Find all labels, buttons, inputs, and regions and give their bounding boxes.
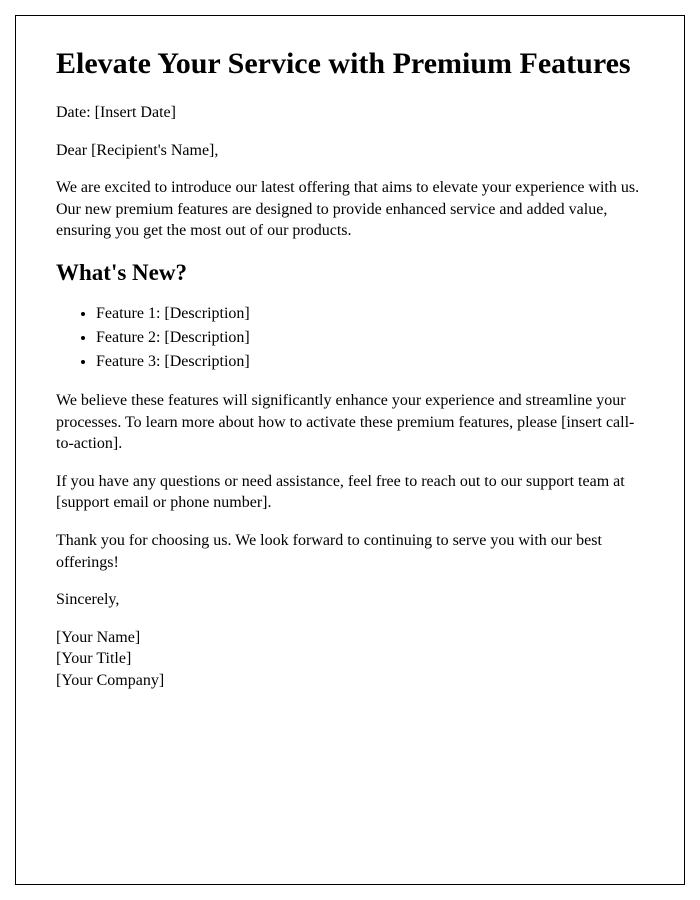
signature-name: [Your Name] <box>56 627 644 649</box>
signature-block: [Your Name] [Your Title] [Your Company] <box>56 627 644 692</box>
document-title: Elevate Your Service with Premium Featur… <box>56 46 644 82</box>
signature-title: [Your Title] <box>56 648 644 670</box>
salutation: Dear [Recipient's Name], <box>56 140 644 162</box>
list-item: Feature 1: [Description] <box>96 302 644 326</box>
intro-paragraph: We are excited to introduce our latest o… <box>56 177 644 242</box>
section-heading: What's New? <box>56 260 644 286</box>
list-item: Feature 3: [Description] <box>96 350 644 374</box>
document-page: Elevate Your Service with Premium Featur… <box>15 15 685 885</box>
signature-company: [Your Company] <box>56 670 644 692</box>
body-paragraph: If you have any questions or need assist… <box>56 471 644 514</box>
body-paragraph: Thank you for choosing us. We look forwa… <box>56 530 644 573</box>
closing: Sincerely, <box>56 589 644 611</box>
date-line: Date: [Insert Date] <box>56 102 644 124</box>
list-item: Feature 2: [Description] <box>96 326 644 350</box>
body-paragraph: We believe these features will significa… <box>56 390 644 455</box>
feature-list: Feature 1: [Description] Feature 2: [Des… <box>96 302 644 374</box>
